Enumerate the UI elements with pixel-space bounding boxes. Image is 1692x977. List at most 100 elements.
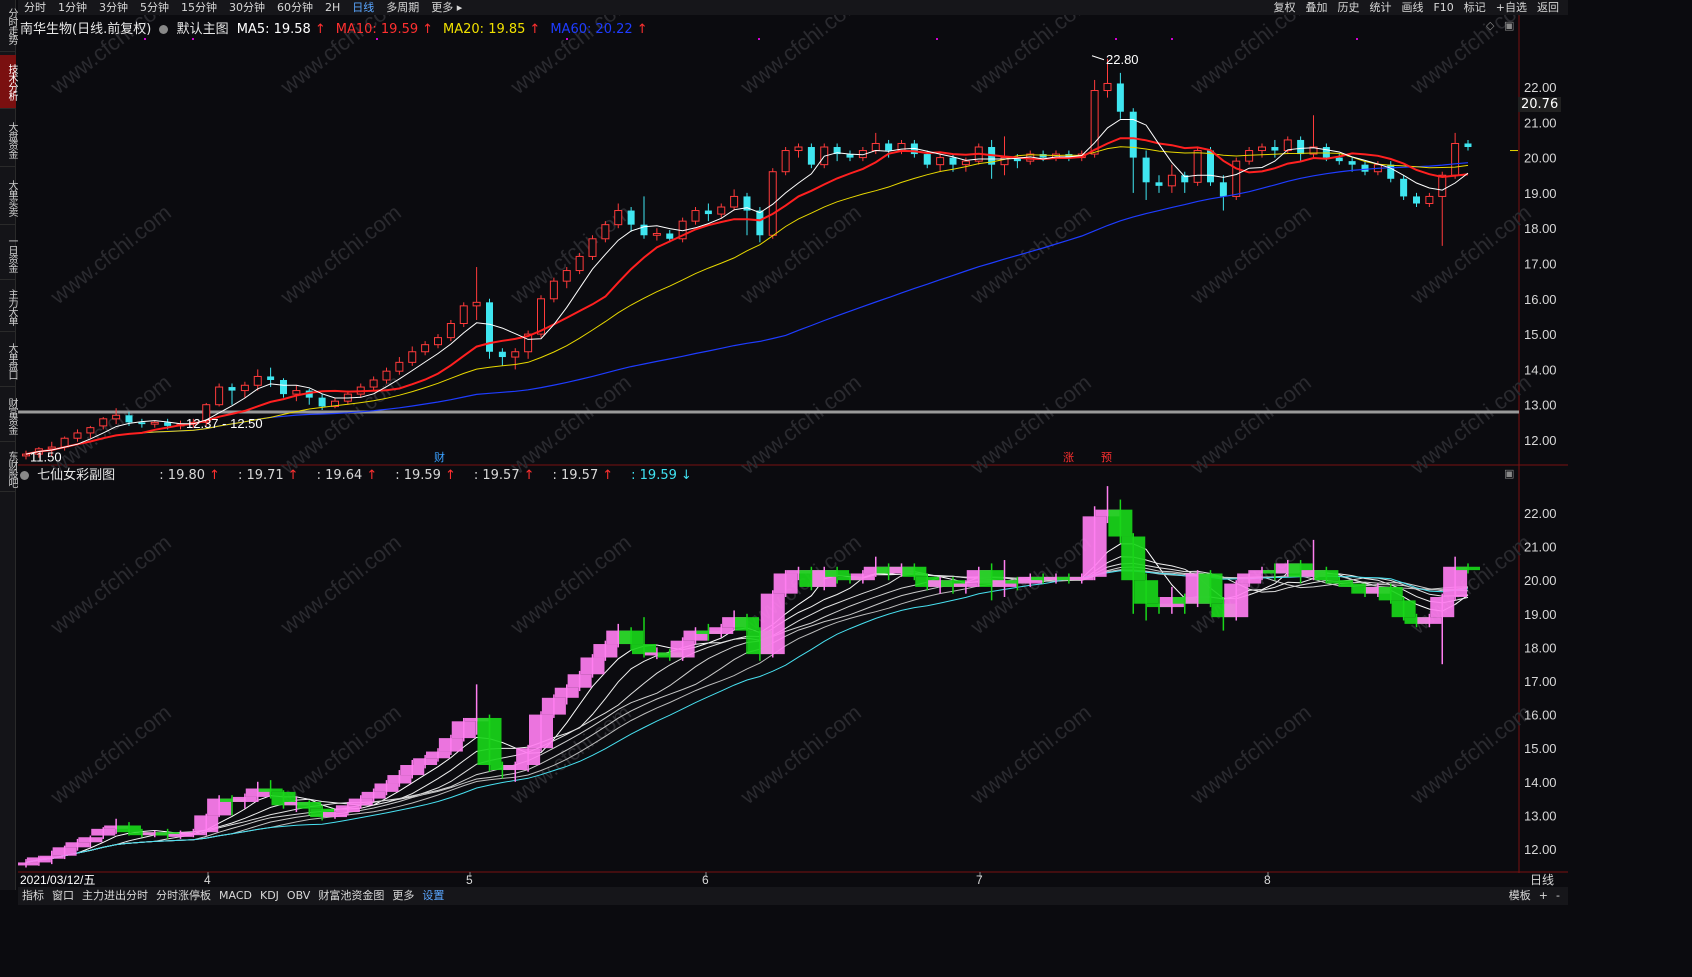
period-tab[interactable]: 日线 bbox=[346, 0, 380, 15]
candle[interactable] bbox=[575, 252, 584, 275]
side-tab[interactable]: 大单买卖 bbox=[0, 170, 17, 225]
sub-candle[interactable] bbox=[451, 717, 476, 742]
settings-circle-icon[interactable] bbox=[159, 25, 169, 34]
side-tab[interactable]: 东财股吧 bbox=[0, 445, 17, 492]
period-tab[interactable]: 30分钟 bbox=[223, 0, 271, 15]
sub-candle-body bbox=[1340, 583, 1365, 587]
sub-candle-body bbox=[709, 627, 734, 634]
sub-candle-body bbox=[1430, 597, 1455, 618]
x-tick-label: 7 bbox=[976, 873, 983, 887]
sub-candle[interactable] bbox=[477, 714, 502, 772]
indicator-name[interactable]: 默认主图 bbox=[177, 22, 229, 37]
tool-button[interactable]: 历史 bbox=[1332, 0, 1364, 15]
sub-candle[interactable] bbox=[580, 654, 605, 678]
candle[interactable] bbox=[781, 147, 790, 176]
period-tab[interactable]: 多周期 bbox=[380, 0, 425, 15]
event-marker[interactable]: 财 bbox=[434, 450, 445, 464]
candle[interactable] bbox=[807, 143, 815, 169]
window-icon[interactable]: ▣ bbox=[1504, 467, 1514, 480]
indicator-tab[interactable]: KDJ bbox=[256, 887, 283, 905]
sub-candle[interactable] bbox=[529, 711, 553, 752]
indicator-tab[interactable]: 设置 bbox=[418, 887, 448, 905]
candle[interactable] bbox=[1090, 79, 1099, 158]
candle-body bbox=[691, 210, 700, 222]
period-tab[interactable]: 2H bbox=[319, 0, 346, 15]
side-tab[interactable]: 主力大单 bbox=[0, 282, 17, 332]
period-tab[interactable]: 15分钟 bbox=[175, 0, 223, 15]
settings-circle-icon[interactable] bbox=[20, 471, 29, 480]
period-tab[interactable]: 1分钟 bbox=[52, 0, 93, 15]
indicator-tabs: 指标 窗口 主力进出分时 分时涨停板 MACD KDJ OBV 财富池资金图 更多 设置 bbox=[18, 887, 448, 905]
period-tab[interactable]: 3分钟 bbox=[93, 0, 134, 15]
x-period-label: 日线 bbox=[1530, 873, 1554, 887]
side-tab[interactable]: 大盘资金 bbox=[0, 112, 17, 167]
sub-chart-title[interactable]: 七仙女彩副图 bbox=[37, 468, 115, 483]
candle[interactable] bbox=[768, 168, 777, 239]
event-marker[interactable]: 涨 bbox=[1063, 451, 1074, 464]
sub-candle[interactable] bbox=[760, 590, 785, 658]
tool-button[interactable]: 叠加 bbox=[1300, 0, 1332, 15]
candle-body bbox=[73, 432, 82, 439]
candle[interactable] bbox=[215, 383, 224, 407]
sub-candle[interactable] bbox=[773, 570, 798, 597]
indicator-tab[interactable]: 指标 bbox=[18, 887, 48, 905]
candle[interactable] bbox=[446, 319, 455, 342]
kline-chart[interactable]: www.cfchi.com www.cfchi.com www.cfchi.com w… bbox=[18, 15, 1568, 887]
candle-body bbox=[240, 384, 249, 392]
tool-button[interactable]: 统计 bbox=[1364, 0, 1396, 15]
candle-body bbox=[1219, 182, 1227, 197]
indicator-tab[interactable]: 主力进出分时 bbox=[78, 887, 152, 905]
sub-chart-values: : 19.80 ↑: 19.71 ↑: 19.64 ↑: 19.59 ↑: 19.57 ↑… bbox=[159, 468, 709, 483]
x-start-date: 2021/03/12/五 bbox=[20, 873, 95, 887]
candle[interactable] bbox=[588, 235, 597, 260]
side-tab[interactable]: 财富资金 bbox=[0, 390, 17, 442]
window-icon[interactable]: ▣ bbox=[1504, 19, 1514, 32]
period-tab[interactable]: 更多 ▸ bbox=[425, 0, 468, 15]
candle[interactable] bbox=[1400, 175, 1408, 200]
event-dot bbox=[1171, 38, 1173, 40]
candle[interactable] bbox=[459, 302, 468, 328]
bottom-control[interactable]: - bbox=[1552, 887, 1564, 905]
side-tab[interactable]: 技术分析 bbox=[0, 55, 17, 109]
candle[interactable] bbox=[549, 277, 558, 303]
indicator-tab[interactable]: OBV bbox=[283, 887, 314, 905]
y-tick-label: 17.00 bbox=[1524, 257, 1557, 272]
sub-candle[interactable] bbox=[1198, 570, 1223, 608]
candle[interactable] bbox=[601, 221, 610, 243]
bottom-control[interactable]: + bbox=[1535, 887, 1552, 905]
sub-value-label: : 19.57 bbox=[552, 468, 599, 483]
side-tab[interactable]: 一日资金 bbox=[0, 228, 17, 280]
event-dot bbox=[144, 38, 146, 40]
x-tick-label: 6 bbox=[702, 873, 709, 887]
period-tab[interactable]: 60分钟 bbox=[271, 0, 319, 15]
indicator-tab[interactable]: 财富池资金图 bbox=[314, 887, 388, 905]
bottom-right-controls: 模板 + - bbox=[1505, 887, 1564, 905]
tool-button[interactable]: +自选 bbox=[1491, 0, 1532, 15]
event-marker[interactable]: 预 bbox=[1101, 451, 1112, 464]
tool-button[interactable]: 复权 bbox=[1268, 0, 1300, 15]
period-tab[interactable]: 分时 bbox=[18, 0, 52, 15]
sub-candle[interactable] bbox=[1224, 580, 1249, 621]
sub-candle[interactable] bbox=[1391, 597, 1416, 621]
tool-button[interactable]: 返回 bbox=[1532, 0, 1564, 15]
sub-candle[interactable] bbox=[541, 694, 566, 718]
period-tab[interactable]: 5分钟 bbox=[134, 0, 175, 15]
candle-body bbox=[549, 280, 558, 300]
tool-button[interactable]: 画线 bbox=[1396, 0, 1428, 15]
indicator-tab[interactable]: 更多 bbox=[388, 887, 418, 905]
indicator-tab[interactable]: 窗口 bbox=[48, 887, 78, 905]
candle-body bbox=[1271, 147, 1279, 151]
sub-candle[interactable] bbox=[1082, 506, 1107, 581]
side-tab[interactable]: 分时走势 bbox=[0, 0, 17, 52]
indicator-tab[interactable]: 分时涨停板 bbox=[152, 887, 215, 905]
sub-candle-body bbox=[1443, 566, 1468, 597]
sub-candle[interactable] bbox=[670, 637, 695, 661]
indicator-tab-bar: 指标 窗口 主力进出分时 分时涨停板 MACD KDJ OBV 财富池资金图 更多 设置 模板 + - bbox=[18, 887, 1568, 905]
side-tab[interactable]: 大单盘口 bbox=[0, 334, 17, 387]
candle[interactable] bbox=[486, 298, 493, 359]
tool-button[interactable]: F10 bbox=[1428, 0, 1458, 15]
bottom-control[interactable]: 模板 bbox=[1505, 887, 1535, 905]
tool-button[interactable]: 标记 bbox=[1459, 0, 1491, 15]
indicator-tab[interactable]: MACD bbox=[215, 887, 256, 905]
diamond-icon[interactable]: ◇ bbox=[1486, 19, 1495, 32]
